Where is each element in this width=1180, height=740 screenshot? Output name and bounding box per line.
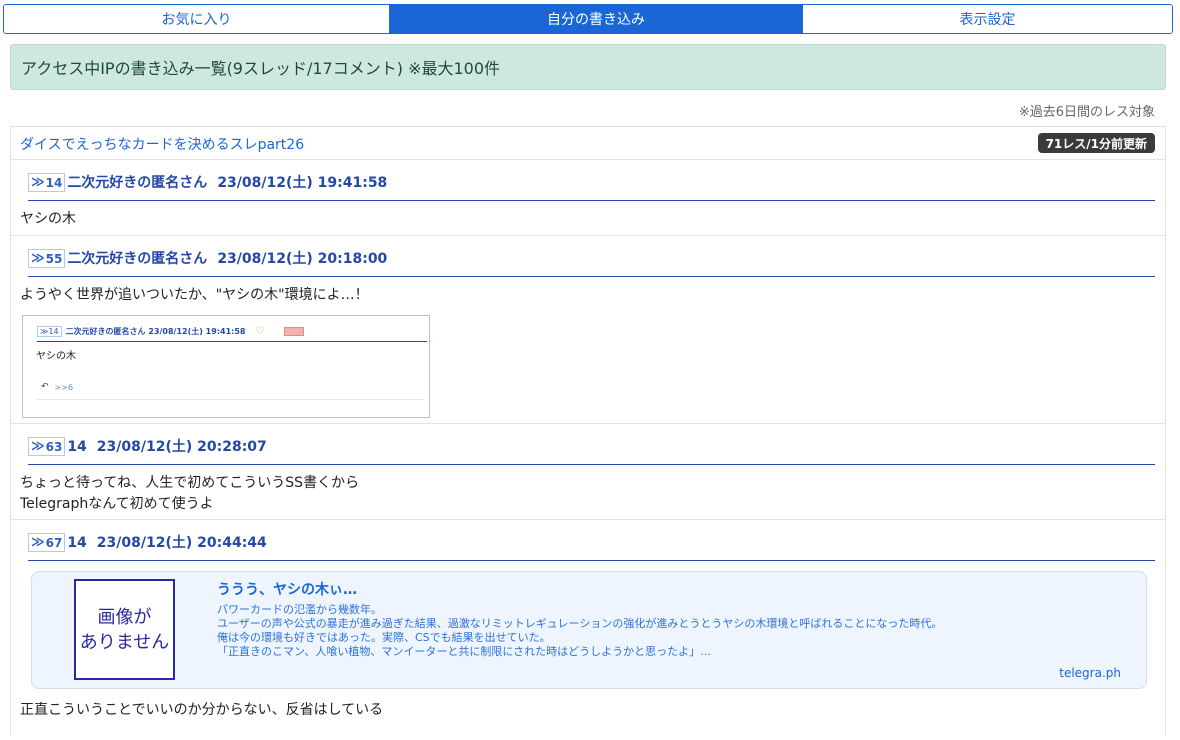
post-body-line: 正直こういうことでいいのか分からない、反省はしている: [20, 702, 384, 718]
ip-posts-banner: アクセス中IPの書き込み一覧(9スレッド/17コメント) ※最大100件: [10, 44, 1166, 90]
post-header: ≫ 55 二次元好きの匿名さん 23/08/12(土) 20:18:00: [28, 249, 1155, 277]
thread-status-badge: 71レス/1分前更新: [1037, 133, 1155, 153]
link-preview-title: ううう、ヤシの木ぃ…: [217, 582, 357, 598]
post-body-line: Telegraphなんて初めて使うよ: [20, 496, 214, 512]
post-date: 23/08/12(土) 20:28:07: [96, 439, 267, 455]
post-date: 23/08/12(土) 19:41:58: [217, 175, 388, 191]
post: ≫ 67 14 23/08/12(土) 20:44:44 画像が ありません うう…: [11, 520, 1165, 740]
tab-favorites[interactable]: お気に入り: [4, 5, 389, 33]
chevron-right-icon: ≫: [31, 535, 45, 550]
link-preview-card[interactable]: 画像が ありません ううう、ヤシの木ぃ… パワーカードの氾濫から幾数年。 ユーザ…: [31, 571, 1147, 689]
screenshot-divider: [37, 399, 425, 400]
chevron-right-icon: ≫: [31, 439, 45, 454]
tab-bar: お気に入り 自分の書き込み 表示設定: [3, 4, 1173, 34]
no-image-text: ありません: [79, 631, 170, 653]
post-author: 14: [67, 535, 87, 551]
post-header: ≫ 63 14 23/08/12(土) 20:28:07: [28, 437, 1155, 465]
post-date: 23/08/12(土) 20:44:44: [96, 535, 267, 551]
post-date: 23/08/12(土) 20:18:00: [217, 251, 388, 267]
link-preview-description: パワーカードの氾濫から幾数年。 ユーザーの声や公式の暴走が進み過ぎた結果、過激な…: [217, 603, 942, 659]
reply-arrow-icon: ↶: [41, 382, 49, 392]
post-body: ヤシの木: [20, 209, 76, 230]
heart-icon: ♡: [255, 326, 265, 337]
link-preview-domain: telegra.ph: [1059, 666, 1121, 680]
res-number-link[interactable]: ≫ 14: [28, 173, 66, 192]
post-body: ようやく世界が追いついたか、"ヤシの木"環境によ…！: [20, 285, 369, 306]
res-number-link[interactable]: ≫ 67: [28, 533, 66, 552]
chevron-right-icon: ≫: [31, 251, 45, 266]
thread-title-link[interactable]: ダイスでえっちなカードを決めるスレpart26: [20, 134, 304, 154]
res-number-link[interactable]: ≫ 63: [28, 437, 66, 456]
res-number: 63: [45, 439, 63, 454]
res-number: 67: [45, 535, 63, 550]
res-number-link[interactable]: ≫ 55: [28, 249, 66, 268]
range-note: ※過去6日間のレス対象: [1018, 105, 1155, 120]
post-header: ≫ 14 二次元好きの匿名さん 23/08/12(土) 19:41:58: [28, 173, 1155, 201]
link-preview-line: パワーカードの氾濫から幾数年。: [217, 603, 382, 616]
post: ≫ 14 二次元好きの匿名さん 23/08/12(土) 19:41:58 ヤシの木: [11, 160, 1165, 236]
no-image-placeholder: 画像が ありません: [74, 579, 175, 680]
post: ≫ 55 二次元好きの匿名さん 23/08/12(土) 20:18:00 ようやく…: [11, 236, 1165, 424]
post-body-line: ちょっと待ってね、人生で初めてこういうSS書くから: [20, 475, 360, 491]
post-body-line: ようやく世界が追いついたか、"ヤシの木"環境によ…！: [20, 287, 369, 303]
post-header: ≫ 67 14 23/08/12(土) 20:44:44: [28, 533, 1155, 561]
screenshot-header: ≫14 二次元好きの匿名さん 23/08/12(土) 19:41:58 ♡: [37, 322, 427, 342]
screenshot-body: ヤシの木: [36, 351, 76, 362]
attached-screenshot[interactable]: ≫14 二次元好きの匿名さん 23/08/12(土) 19:41:58 ♡ ヤシ…: [22, 315, 430, 418]
link-preview-line: 「正直きのこマン、人喰い植物、マンイーターと共に制限にされた時はどうしようかと思…: [217, 645, 712, 658]
chevron-right-icon: ≫: [31, 175, 45, 190]
screenshot-reply-link: >>6: [54, 382, 74, 392]
post-body: ちょっと待ってね、人生で初めてこういうSS書くから Telegraphなんて初め…: [20, 473, 359, 515]
screenshot-reply-row: ↶ >>6: [41, 382, 73, 392]
tab-my-posts[interactable]: 自分の書き込み: [389, 5, 802, 33]
post-author: 二次元好きの匿名さん: [67, 175, 208, 191]
tab-display-settings[interactable]: 表示設定: [802, 5, 1172, 33]
screenshot-res-number-value: 14: [48, 327, 59, 336]
post-body-line: ヤシの木: [20, 211, 76, 227]
post-body: 正直こういうことでいいのか分からない、反省はしている: [20, 700, 383, 721]
screenshot-author-date: 二次元好きの匿名さん 23/08/12(土) 19:41:58: [65, 327, 246, 336]
link-preview-line: 俺は今の環境も好きではあった。実際、CSでも結果を出せていた。: [217, 631, 551, 644]
screenshot-res-number: ≫14: [37, 326, 62, 337]
post-author: 14: [67, 439, 87, 455]
flag-icon: [284, 327, 305, 336]
thread-header: ダイスでえっちなカードを決めるスレpart26 71レス/1分前更新: [11, 127, 1165, 160]
thread-block: ダイスでえっちなカードを決めるスレpart26 71レス/1分前更新 ≫ 14 二…: [10, 126, 1166, 736]
no-image-text: 画像が: [97, 606, 152, 628]
link-preview-line: ユーザーの声や公式の暴走が進み過ぎた結果、過激なリミットレギュレーションの強化が…: [217, 617, 943, 630]
res-number: 14: [45, 175, 63, 190]
post-author: 二次元好きの匿名さん: [67, 251, 208, 267]
post: ≫ 63 14 23/08/12(土) 20:28:07 ちょっと待ってね、人生で…: [11, 424, 1165, 520]
res-number: 55: [45, 251, 63, 266]
